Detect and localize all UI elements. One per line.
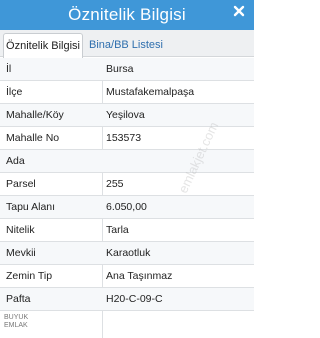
- row-value: Tarla: [106, 224, 129, 236]
- tab-bar: Öznitelik Bilgisi Bina/BB Listesi: [0, 30, 254, 58]
- row-label: Mahalle No: [6, 132, 60, 144]
- row-value: Ana Taşınmaz: [106, 270, 173, 282]
- table-row: Ada: [0, 150, 254, 173]
- row-label: Zemin Tip: [6, 270, 53, 282]
- row-label: Parsel: [6, 178, 36, 190]
- row-label: Pafta: [6, 293, 31, 305]
- window-title: Öznitelik Bilgisi: [68, 5, 186, 24]
- row-value: Mustafakemalpaşa: [106, 86, 195, 98]
- row-label: Ada: [6, 155, 25, 167]
- tab-bina-bb-listesi[interactable]: Bina/BB Listesi: [86, 33, 166, 57]
- row-value: H20-C-09-C: [106, 293, 163, 305]
- row-label: Tapu Alanı: [6, 201, 56, 213]
- row-value: 255: [106, 178, 124, 190]
- row-value: Karaotluk: [106, 247, 151, 259]
- attribute-table: İl Bursa İlçe Mustafakemalpaşa Mahalle/K…: [0, 58, 254, 338]
- row-label: Nitelik: [6, 224, 35, 236]
- row-value: Bursa: [106, 63, 134, 75]
- table-row: Parsel 255: [0, 173, 254, 196]
- window-titlebar: Öznitelik Bilgisi: [0, 0, 254, 30]
- table-row: İlçe Mustafakemalpaşa: [0, 81, 254, 104]
- row-label: İl: [6, 63, 12, 75]
- table-row: Tapu Alanı 6.050,00: [0, 196, 254, 219]
- row-value: 153573: [106, 132, 142, 144]
- close-icon[interactable]: [230, 2, 248, 20]
- tab-oznitelik-bilgisi[interactable]: Öznitelik Bilgisi: [3, 33, 83, 58]
- row-value: Yeşilova: [106, 109, 145, 121]
- table-row: İl Bursa: [0, 58, 254, 81]
- table-row: Pafta H20-C-09-C: [0, 288, 254, 311]
- company-logo: BUYUK EMLAK: [4, 314, 28, 330]
- logo-line-2: EMLAK: [4, 322, 28, 329]
- row-label: İlçe: [6, 86, 23, 98]
- table-row: Mevkii Karaotluk: [0, 242, 254, 265]
- row-value: 6.050,00: [106, 201, 147, 213]
- table-row: Nitelik Tarla: [0, 219, 254, 242]
- logo-line-1: BUYUK: [4, 314, 29, 321]
- row-label: Mahalle/Köy: [6, 109, 64, 121]
- table-row: Zemin Tip Ana Taşınmaz: [0, 265, 254, 288]
- row-label: Mevkii: [6, 247, 36, 259]
